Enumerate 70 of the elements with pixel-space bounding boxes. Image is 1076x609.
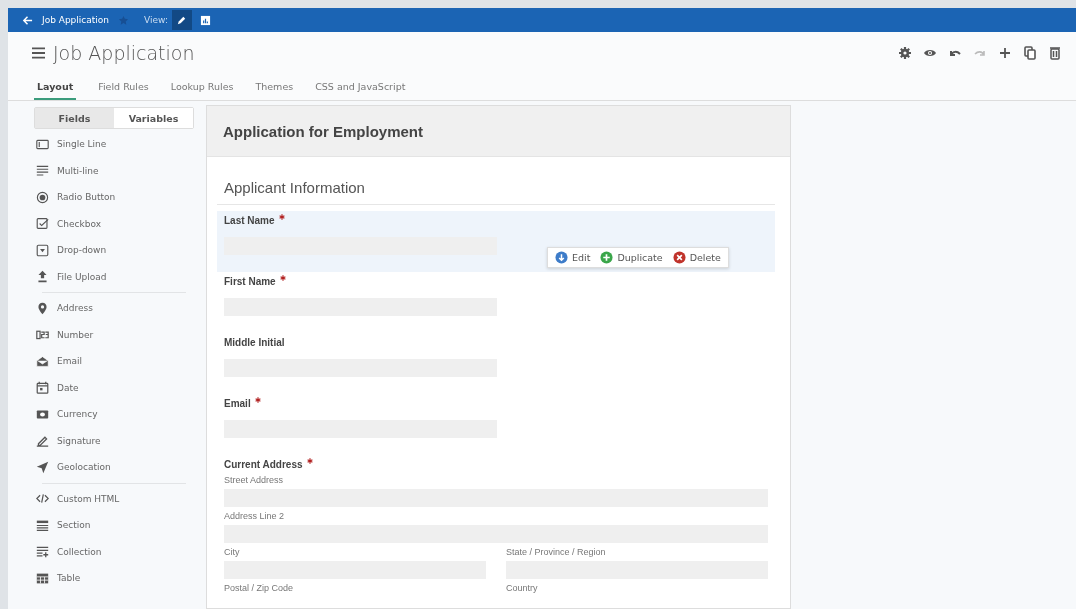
bar-chart-icon [200,14,212,26]
duplicate-action-button[interactable]: Duplicate [598,251,665,264]
sub-field-label: Address Line 2 [224,511,286,521]
geo-field-icon [36,460,49,474]
tab[interactable]: Lookup Rules [170,81,234,100]
add-icon[interactable] [998,46,1012,60]
palette-item[interactable]: Currency [57,409,98,420]
palette-item[interactable]: Section [57,520,91,531]
palette-tab[interactable]: Variables [114,108,193,128]
palette-item[interactable]: Number [57,329,94,340]
palette-item[interactable]: Radio Button [57,192,116,203]
palette-item[interactable]: Custom HTML [57,493,120,504]
palette-item[interactable]: Date [57,382,79,393]
settings-icon[interactable] [898,46,912,60]
date-field-icon [36,381,49,395]
signature-field-icon [36,434,49,448]
palette-item[interactable]: Signature [57,435,101,446]
form-name-link[interactable]: Job Application [42,15,110,25]
collection-field-icon [36,545,49,559]
checkbox-field-icon [36,217,49,231]
palette-item[interactable]: Collection [57,546,102,557]
sub-field-label: City [224,547,241,557]
edit-view-button[interactable] [171,10,192,30]
page-title: Job Application [53,42,195,64]
palette-item[interactable]: File Upload [57,271,107,282]
form-title: Application for Employment [223,122,423,140]
view-label: View: [144,15,168,25]
section-field-icon [36,518,49,532]
sub-field-label: Country [506,583,539,593]
address-field-icon [36,301,49,315]
palette-item[interactable]: Checkbox [57,218,101,229]
tab[interactable]: CSS and JavaScript [315,81,406,100]
upload-field-icon [36,270,49,284]
palette-tab[interactable]: Fields [35,108,114,128]
palette-item[interactable]: Address [57,303,93,314]
field-label: Current Address [224,459,303,470]
field-label: Last Name [224,215,275,226]
copy-icon[interactable] [1023,46,1037,60]
edit-action-button[interactable]: Edit [553,251,593,264]
delete-icon[interactable] [1048,46,1062,60]
dropdown-field-icon [36,243,49,257]
field-label: Middle Initial [224,337,285,348]
selected-field-row[interactable]: Last Name Edit Duplicate Delete [217,211,775,272]
tab[interactable]: Field Rules [98,81,149,100]
multi-field-icon [36,164,49,178]
palette-item[interactable]: Geolocation [57,462,111,473]
delete-action-button[interactable]: Delete [670,251,723,264]
section-title: Applicant Information [217,179,775,205]
radio-field-icon [36,190,49,204]
field-label: First Name [224,276,276,287]
single-field-icon [36,137,49,151]
star-icon[interactable] [118,14,130,26]
sub-field-label: Street Address [224,475,285,485]
sub-field-label: State / Province / Region [506,547,607,557]
number-field-icon [36,328,49,342]
field-label: Email [224,398,251,409]
pencil-icon [176,14,188,26]
palette-item[interactable]: Email [57,356,82,367]
sub-field-label: Postal / Zip Code [224,583,295,593]
html-field-icon [36,492,49,506]
palette-item[interactable]: Drop-down [57,245,107,256]
menu-icon[interactable] [32,47,45,59]
tab[interactable]: Themes [255,81,294,100]
currency-field-icon [36,407,49,421]
palette-item[interactable]: Table [57,573,81,584]
table-field-icon [36,571,49,585]
palette-item[interactable]: Multi-line [57,165,99,176]
email-field-icon [36,354,49,368]
palette-item[interactable]: Single Line [57,139,107,150]
back-arrow-icon[interactable] [22,14,33,26]
